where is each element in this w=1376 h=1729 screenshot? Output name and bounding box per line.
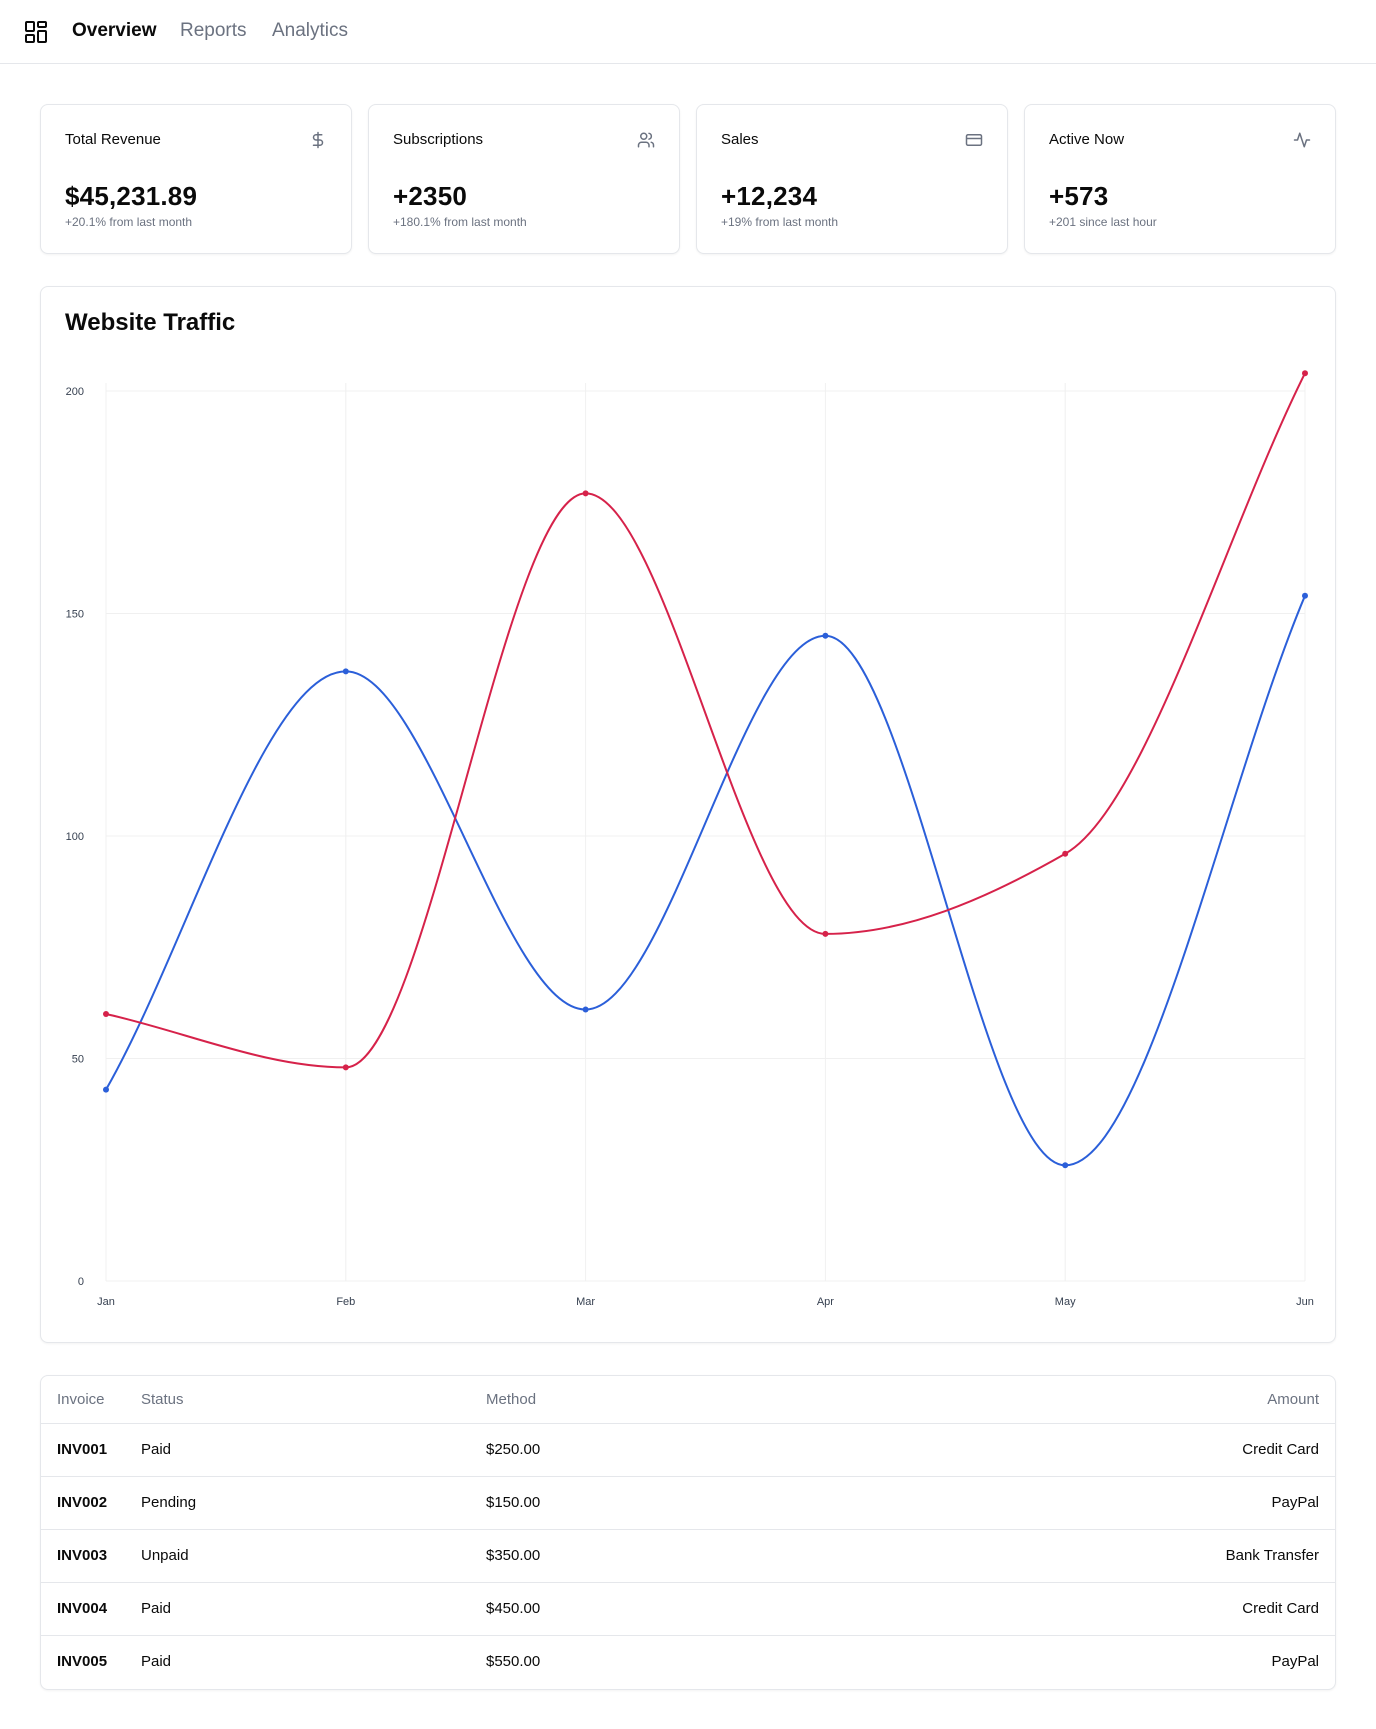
stat-value: $45,231.89 [65, 181, 198, 211]
cell-invoice: INV001 [41, 1423, 141, 1477]
stat-card-total-revenue: Total Revenue $45,231.89 +20.1% from las… [40, 104, 352, 254]
y-tick-label: 100 [66, 831, 84, 843]
stat-change: +180.1% from last month [393, 215, 527, 229]
data-point [1302, 592, 1308, 599]
column-header-amount: Amount [767, 1376, 1335, 1424]
table-row[interactable]: INV002 Pending $150.00 PayPal [41, 1476, 1335, 1530]
traffic-line-chart: 0 50 100 150 200 Jan Feb Mar Apr May Jun [66, 370, 1314, 1308]
x-tick-label: Feb [336, 1296, 355, 1308]
column-header-invoice: Invoice [41, 1376, 141, 1424]
stat-value: +573 [1049, 181, 1109, 211]
cell-invoice: INV002 [41, 1476, 141, 1530]
y-tick-label: 200 [66, 386, 84, 398]
cell-amount: Bank Transfer [767, 1529, 1335, 1583]
invoice-table-card: Invoice Status Method Amount INV001 Paid… [40, 1375, 1336, 1690]
table-row[interactable]: INV003 Unpaid $350.00 Bank Transfer [41, 1529, 1335, 1583]
data-point [342, 1064, 349, 1071]
cell-amount: Credit Card [767, 1423, 1335, 1477]
table-header-row: Invoice Status Method Amount [41, 1376, 1335, 1424]
series-line-2 [105, 372, 1306, 1069]
cell-status: Paid [141, 1423, 486, 1477]
cell-status: Paid [141, 1653, 172, 1671]
data-point [1062, 850, 1069, 857]
stat-title: Sales [721, 131, 759, 148]
nav-link-overview[interactable]: Overview [72, 18, 157, 44]
cell-status: Pending [141, 1476, 486, 1530]
x-tick-label: May [1055, 1296, 1076, 1308]
nav-link-reports[interactable]: Reports [180, 18, 247, 44]
data-point [582, 490, 589, 497]
column-header-status: Status [141, 1376, 486, 1424]
stat-card-active-now: Active Now +573 +201 since last hour [1024, 104, 1336, 254]
dashboard-grid-icon[interactable] [24, 20, 48, 44]
data-point [1302, 370, 1308, 377]
users-icon [637, 132, 655, 148]
data-point [103, 1086, 109, 1093]
cell-status: Unpaid [141, 1529, 486, 1583]
data-point [582, 1006, 589, 1013]
column-header-method: Method [486, 1376, 768, 1424]
activity-icon [1293, 132, 1311, 148]
stat-card-subscriptions: Subscriptions +2350 +180.1% from last mo… [368, 104, 680, 254]
cell-amount: PayPal [767, 1476, 1335, 1530]
website-traffic-card: Website Traffic 0 50 100 150 200 Jan Feb Mar Apr… [40, 286, 1336, 1343]
cell-invoice: INV004 [41, 1582, 141, 1636]
cell-status: Paid [141, 1582, 486, 1636]
x-tick-label: Jun [1296, 1296, 1314, 1308]
top-navigation: Overview Reports Analytics [0, 0, 1376, 64]
table-row[interactable]: INV005 Paid $550.00 PayPal [41, 1635, 1335, 1688]
stat-title: Total Revenue [65, 131, 161, 148]
dollar-icon [312, 131, 324, 149]
credit-card-icon [965, 134, 983, 146]
x-tick-label: Apr [817, 1296, 834, 1308]
y-tick-label: 150 [66, 609, 84, 621]
nav-link-analytics[interactable]: Analytics [272, 18, 348, 44]
data-point [103, 1011, 109, 1017]
data-point [822, 632, 829, 639]
cell-method: $250.00 [486, 1423, 768, 1477]
series-line-1 [105, 595, 1306, 1167]
stat-change: +20.1% from last month [65, 215, 193, 229]
invoice-table: Invoice Status Method Amount INV001 Paid… [41, 1376, 1335, 1688]
stat-title: Active Now [1049, 131, 1125, 148]
x-tick-label: Jan [97, 1296, 115, 1308]
stat-change: +201 since last hour [1049, 215, 1157, 229]
stat-value: +12,234 [721, 181, 818, 211]
cell-invoice: INV003 [41, 1529, 141, 1583]
x-tick-label: Mar [576, 1296, 595, 1308]
stat-title: Subscriptions [393, 131, 484, 148]
stat-change: +19% from last month [721, 215, 839, 229]
cell-method: $150.00 [486, 1476, 768, 1530]
cell-method: $550.00 [486, 1653, 541, 1671]
stat-card-sales: Sales +12,234 +19% from last month [696, 104, 1008, 254]
data-point [342, 668, 349, 675]
y-tick-label: 50 [72, 1054, 84, 1066]
table-row[interactable]: INV004 Paid $450.00 Credit Card [41, 1582, 1335, 1636]
cell-amount: Credit Card [767, 1582, 1335, 1636]
cell-amount: PayPal [1271, 1653, 1319, 1671]
y-tick-label: 0 [78, 1276, 84, 1288]
cell-method: $350.00 [486, 1529, 768, 1583]
cell-invoice: INV005 [57, 1653, 108, 1671]
table-row[interactable]: INV001 Paid $250.00 Credit Card [41, 1423, 1335, 1477]
data-point [1062, 1162, 1069, 1169]
data-point [822, 930, 829, 937]
cell-method: $450.00 [486, 1582, 768, 1636]
stat-value: +2350 [393, 181, 468, 211]
